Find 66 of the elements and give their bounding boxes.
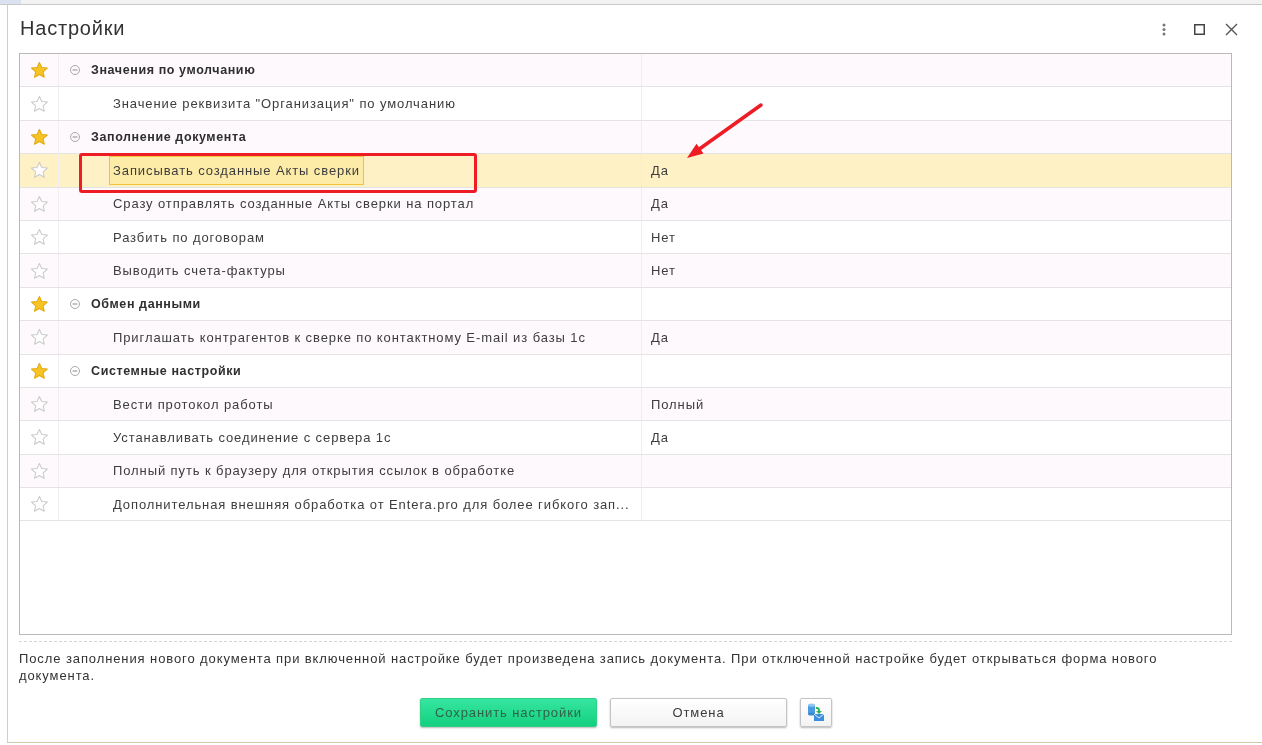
setting-name: Устанавливать соединение с сервера 1с xyxy=(112,429,393,447)
star-outline-icon[interactable] xyxy=(30,262,48,279)
star-outline-icon[interactable] xyxy=(30,462,48,479)
star-outline-icon[interactable] xyxy=(30,429,48,446)
group-title: Заполнение документа xyxy=(91,129,247,144)
setting-value: Да xyxy=(651,196,669,212)
setting-name: Приглашать контрагентов к сверке по контактному E-mail из базы 1с xyxy=(112,328,587,347)
filled-star-icon[interactable] xyxy=(30,128,48,145)
collapse-icon[interactable] xyxy=(70,365,80,376)
setting-name: Выводить счета-фактуры xyxy=(112,262,287,281)
setting-row[interactable]: Вести протокол работы Полный xyxy=(20,387,1231,422)
cancel-button[interactable]: Отмена xyxy=(610,698,787,727)
star-outline-icon[interactable] xyxy=(30,396,48,413)
close-icon xyxy=(1225,22,1238,36)
filled-star-icon[interactable] xyxy=(30,295,48,312)
star-outline-icon[interactable] xyxy=(30,95,48,112)
setting-value: Нет xyxy=(651,229,676,245)
filled-star-icon[interactable] xyxy=(30,62,48,79)
setting-row[interactable]: Разбить по договорам Нет xyxy=(20,220,1231,255)
setting-name: Дополнительная внешняя обработка от Entera.pro для более гибкого зап... xyxy=(112,495,631,514)
setting-name: Разбить по договорам xyxy=(112,228,266,247)
setting-name: Сразу отправлять созданные Акты сверки на портал xyxy=(112,195,476,214)
setting-row[interactable]: Дополнительная внешняя обработка от Entera.pro для более гибкого зап... xyxy=(20,488,1231,522)
filled-star-icon[interactable] xyxy=(30,362,48,379)
star-outline-icon[interactable] xyxy=(30,229,48,246)
collapse-icon[interactable] xyxy=(70,298,80,309)
setting-value: Да xyxy=(651,430,669,445)
group-row[interactable]: Значения по умолчанию xyxy=(20,54,1231,88)
star-outline-icon[interactable] xyxy=(30,195,48,212)
database-envelope-icon xyxy=(807,703,825,722)
maximize-icon xyxy=(1194,23,1205,35)
corner-block xyxy=(0,0,21,4)
star-outline-icon[interactable] xyxy=(30,329,48,346)
icon-button[interactable] xyxy=(800,698,832,727)
collapse-icon[interactable] xyxy=(70,65,80,76)
setting-row[interactable]: Значение реквизита "Организация" по умолчанию xyxy=(20,87,1231,121)
setting-row[interactable]: Сразу отправлять созданные Акты сверки на портал Да xyxy=(20,187,1231,221)
group-title: Системные настройки xyxy=(91,363,242,378)
setting-name: Полный путь к браузеру для открытия ссылок в обработке xyxy=(112,462,517,481)
setting-value: Полный xyxy=(651,396,705,412)
setting-value: Нет xyxy=(651,263,676,279)
setting-row[interactable]: Устанавливать соединение с сервера 1с Да xyxy=(20,421,1231,455)
setting-name: Вести протокол работы xyxy=(112,395,275,414)
group-row[interactable]: Обмен данными xyxy=(20,287,1231,322)
setting-row[interactable]: Записывать созданные Акты сверки Да xyxy=(20,154,1231,188)
more-button[interactable] xyxy=(1162,22,1166,36)
star-outline-icon[interactable] xyxy=(30,496,48,513)
collapse-icon[interactable] xyxy=(70,131,80,142)
group-title: Значения по умолчанию xyxy=(91,63,256,78)
setting-value: Да xyxy=(651,329,669,345)
group-row[interactable]: Заполнение документа xyxy=(20,120,1231,155)
close-button[interactable] xyxy=(1225,22,1238,36)
save-button[interactable]: Сохранить настройки xyxy=(420,698,597,727)
setting-name: Значение реквизита "Организация" по умолчанию xyxy=(112,95,457,114)
hint-text: После заполнения нового документа при включенной настройке будет произведена запись документа. При отключенной настройке будет открываться форма нового документа. xyxy=(19,650,1159,684)
maximize-button[interactable] xyxy=(1194,23,1205,35)
setting-row[interactable]: Выводить счета-фактуры Нет xyxy=(20,254,1231,288)
kebab-menu-icon xyxy=(1162,22,1166,36)
setting-name: Записывать созданные Акты сверки xyxy=(109,155,364,185)
group-row[interactable]: Системные настройки xyxy=(20,354,1231,388)
setting-row[interactable]: Полный путь к браузеру для открытия ссылок в обработке xyxy=(20,454,1231,489)
window-title: Настройки xyxy=(19,16,126,40)
setting-value: Да xyxy=(651,162,669,178)
setting-row[interactable]: Приглашать контрагентов к сверке по контактному E-mail из базы 1с Да xyxy=(20,321,1231,355)
star-outline-icon[interactable] xyxy=(30,162,48,179)
group-title: Обмен данными xyxy=(91,296,201,311)
